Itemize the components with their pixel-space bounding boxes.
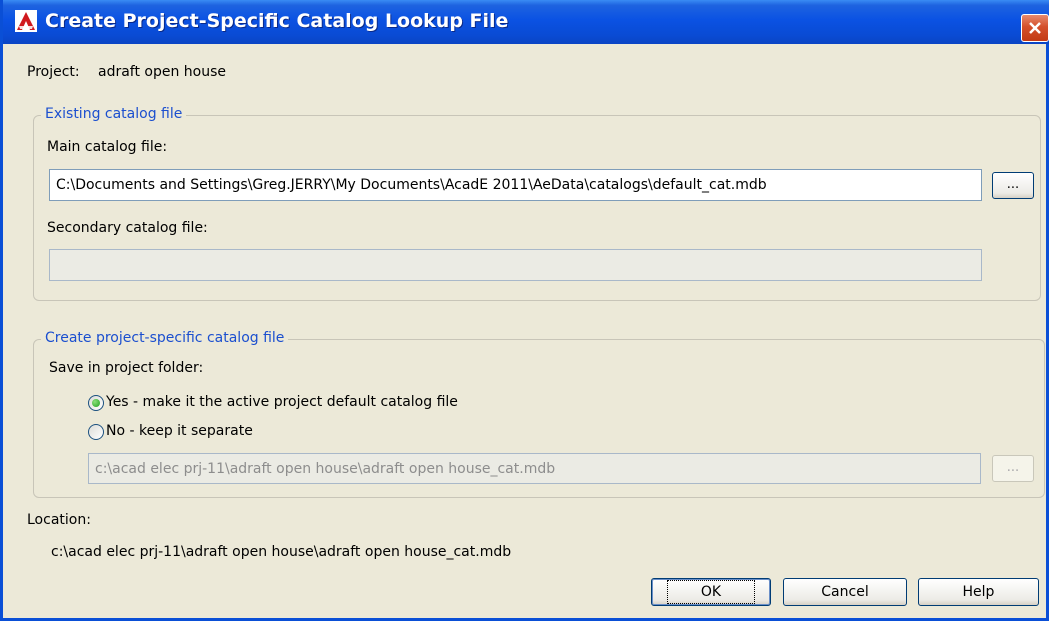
close-button[interactable] (1021, 14, 1049, 42)
radio-yes-label[interactable]: Yes - make it the active project default… (106, 394, 458, 410)
project-catalog-path-field[interactable]: c:\acad elec prj-11\adraft open house\ad… (88, 453, 981, 484)
secondary-catalog-label: Secondary catalog file: (47, 220, 208, 236)
ok-button-label: OK (666, 580, 756, 604)
project-catalog-browse-button[interactable]: ... (992, 455, 1034, 482)
project-label: Project: (27, 64, 80, 80)
close-icon (1029, 22, 1041, 34)
secondary-catalog-field[interactable] (49, 249, 982, 281)
main-catalog-browse-button[interactable]: ... (992, 172, 1034, 199)
title-bar[interactable]: Create Project-Specific Catalog Lookup F… (3, 0, 1049, 44)
location-path: c:\acad elec prj-11\adraft open house\ad… (51, 544, 512, 560)
cancel-button[interactable]: Cancel (783, 578, 907, 606)
location-label: Location: (27, 512, 91, 528)
radio-yes[interactable] (88, 395, 104, 411)
main-catalog-field[interactable]: C:\Documents and Settings\Greg.JERRY\My … (49, 169, 982, 201)
autocad-logo-icon (15, 10, 37, 32)
project-name: adraft open house (98, 64, 227, 80)
radio-selected-dot (92, 399, 100, 407)
radio-no-label[interactable]: No - keep it separate (106, 423, 253, 439)
help-button[interactable]: Help (918, 578, 1039, 606)
window-title: Create Project-Specific Catalog Lookup F… (45, 10, 509, 32)
main-catalog-label: Main catalog file: (47, 139, 168, 155)
existing-catalog-legend: Existing catalog file (41, 106, 187, 122)
save-in-folder-label: Save in project folder: (49, 360, 204, 376)
dialog-window: Create Project-Specific Catalog Lookup F… (0, 0, 1049, 621)
create-catalog-legend: Create project-specific catalog file (41, 330, 289, 346)
radio-no[interactable] (88, 424, 104, 440)
ok-button[interactable]: OK (651, 578, 771, 606)
